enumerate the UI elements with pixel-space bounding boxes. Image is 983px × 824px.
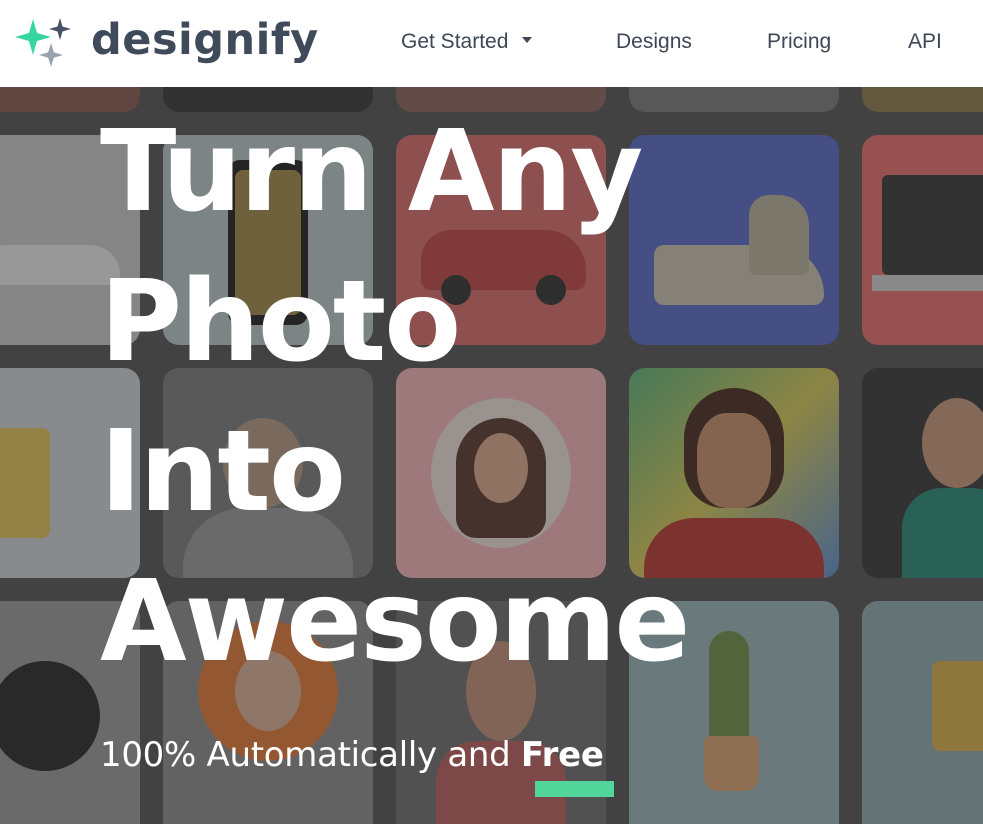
headline-line-1: Turn Any (100, 107, 643, 237)
headline-line-3: Into (100, 407, 346, 537)
nav-api[interactable]: API (908, 28, 942, 56)
nav-get-started[interactable]: Get Started (401, 28, 533, 56)
headline-line-4: Awesome (100, 557, 690, 687)
nav-designs[interactable]: Designs (616, 28, 692, 56)
nav-pricing[interactable]: Pricing (767, 28, 831, 56)
top-navigation-bar: designify Get Started Designs Pricing AP… (0, 0, 983, 87)
sparkles-logo-icon[interactable] (13, 15, 73, 67)
chevron-down-icon (522, 37, 533, 44)
hero-headline: Turn Any Photo Into Awesome (100, 97, 690, 697)
subline-free-emphasis: Free (520, 735, 604, 775)
subline-text: 100% Automatically and (100, 735, 521, 775)
free-underline-accent (535, 781, 614, 797)
brand-name[interactable]: designify (91, 12, 319, 68)
headline-line-2: Photo (100, 257, 461, 387)
hero-subline: 100% Automatically and Free (100, 732, 604, 778)
nav-get-started-label: Get Started (401, 30, 509, 53)
